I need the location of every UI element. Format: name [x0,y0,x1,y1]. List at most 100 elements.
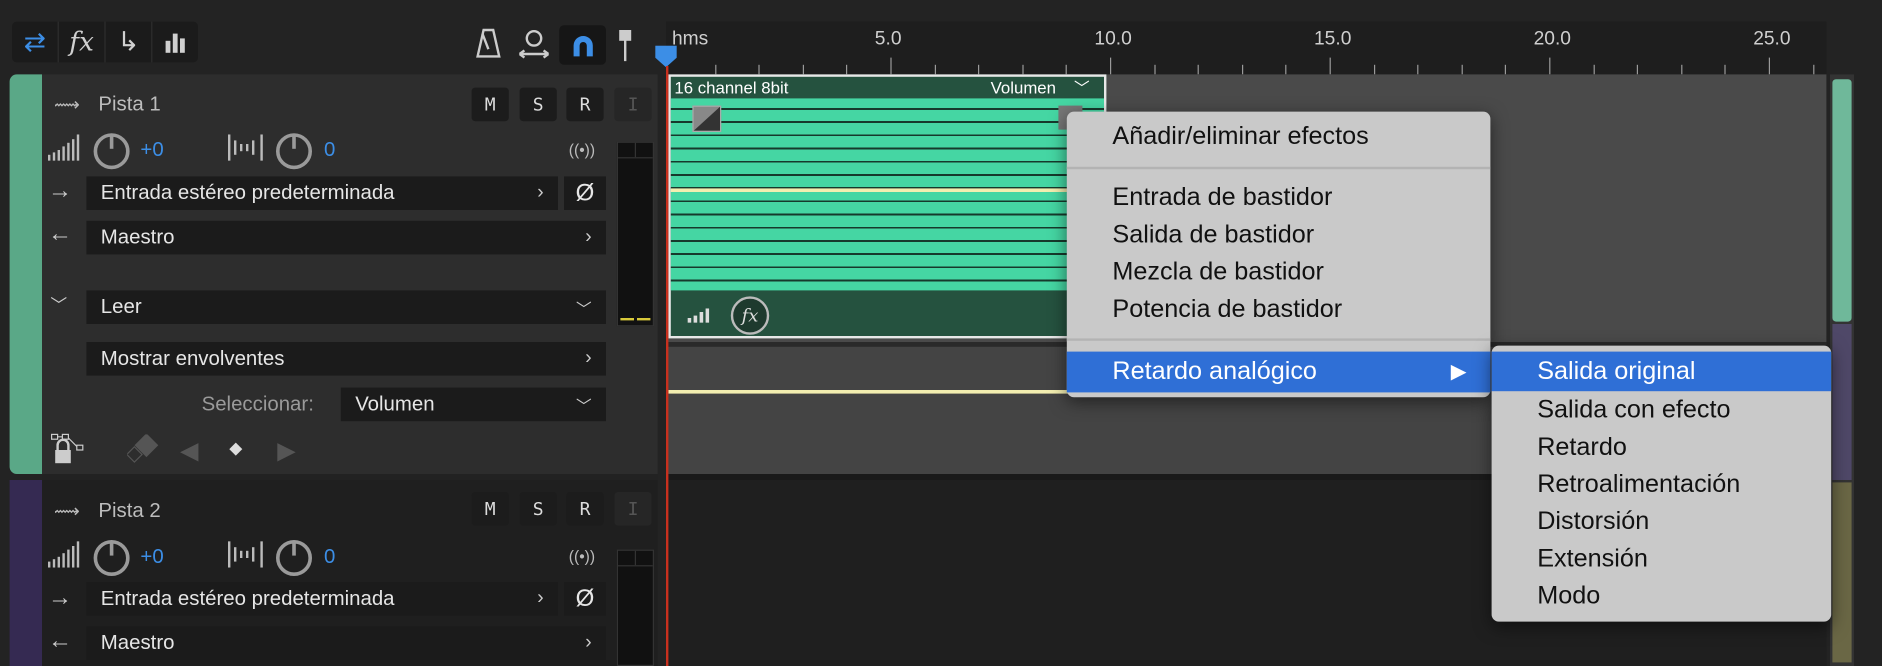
scrollbar-track-1-segment[interactable] [1832,79,1852,322]
clip-gain-icon[interactable] [687,307,710,329]
waveform-track-icon: ⟿ [54,501,80,522]
bars-chart-icon[interactable] [152,22,198,63]
previous-keyframe-icon[interactable]: ◀ [180,436,198,466]
track-2-input-select[interactable]: Entrada estéreo predeterminada › [86,582,559,616]
analog-delay-submenu: Salida original Salida con efecto Retard… [1491,345,1832,622]
ruler-label: 25.0 [1753,28,1791,50]
automation-collapse-chevron-icon[interactable]: ﹀ [50,293,67,317]
clip-volume-envelope[interactable] [670,188,1104,192]
track-1-output-select[interactable]: Maestro › [86,220,606,255]
submenu-arrow-icon: ▶ [1450,360,1467,383]
ruler-tick [1724,64,1727,75]
time-stretch-icon[interactable] [517,26,551,60]
envelope-parameter-select[interactable]: Volumen ﹀ [340,387,606,422]
audio-clip[interactable]: 16 channel 8bit Volumen ﹀ fx [668,74,1107,339]
marker-icon[interactable] [614,26,636,62]
pan-knob[interactable] [276,540,312,576]
chevron-down-icon[interactable]: ﹀ [1074,76,1090,99]
next-keyframe-icon[interactable]: ▶ [277,436,295,466]
menu-item-analog-delay[interactable]: Retardo analógico ▶ [1066,351,1491,393]
submenu-item-feedback[interactable]: Retroalimentación [1492,466,1832,503]
output-arrow-icon: ← [48,220,72,248]
ruler-tick [1066,64,1068,75]
clip-fx-icon[interactable]: fx [730,296,770,335]
fx-icon[interactable]: fx [59,21,106,63]
mute-button[interactable]: M [471,492,509,526]
ruler-tick [1549,57,1551,75]
vertical-track-scrollbar[interactable] [1830,74,1855,666]
send-arrow-icon[interactable]: ↳ [106,21,153,63]
phase-invert-button[interactable]: Ø [564,582,606,616]
track-2-name[interactable]: Pista 2 [98,499,160,523]
submenu-item-spread[interactable]: Extensión [1492,540,1832,577]
automation-mode-label: Leer [100,295,142,318]
record-arm-button[interactable]: R [566,492,604,526]
scrollbar-track-2-segment[interactable] [1832,324,1852,481]
metronome-icon[interactable] [474,26,503,60]
output-label: Maestro [100,225,175,249]
ruler-tick [846,64,848,75]
menu-item-rack-input[interactable]: Entrada de bastidor [1067,179,1491,216]
ruler-tick [1241,64,1243,75]
track-1-color [9,74,43,475]
ruler-tick [978,64,980,75]
submenu-item-dry-out[interactable]: Salida original [1491,351,1832,392]
ruler-unit-label: hms [672,28,709,50]
solo-button[interactable]: S [519,87,557,122]
scrollbar-track-3-segment[interactable] [1832,482,1852,663]
input-monitor-button[interactable]: I [614,87,652,122]
ruler-tick [802,64,804,75]
menu-item-rack-output[interactable]: Salida de bastidor [1067,216,1491,253]
chevron-right-icon: › [585,226,592,248]
show-envelopes-menu[interactable]: Mostrar envolventes › [86,342,606,376]
menu-item-add-remove-effects[interactable]: Añadir/eliminar efectos [1067,118,1491,155]
pan-knob[interactable] [276,133,312,170]
protect-envelope-lock-icon[interactable] [50,433,86,470]
playhead-handle[interactable] [655,45,677,68]
swap-arrows-icon[interactable]: ⇄ [12,21,59,63]
ruler-label: 20.0 [1533,28,1571,50]
solo-button[interactable]: S [519,492,557,526]
record-arm-button[interactable]: R [566,87,604,122]
volume-value[interactable]: +0 [140,545,163,569]
clear-keyframes-icon[interactable] [125,433,163,469]
menu-item-rack-mix[interactable]: Mezcla de bastidor [1067,253,1491,290]
phase-invert-button[interactable]: Ø [564,176,606,211]
track-1-level-meter [616,141,654,327]
ruler-tick [714,64,716,75]
track-1-input-select[interactable]: Entrada estéreo predeterminada › [86,176,559,211]
track-1-name[interactable]: Pista 1 [98,92,160,116]
ruler-tick [1593,64,1595,75]
snap-magnet-icon[interactable] [559,25,606,65]
submenu-item-wet-out[interactable]: Salida con efecto [1492,391,1832,428]
mute-button[interactable]: M [471,87,509,122]
view-toolbar: ⇄ fx ↳ [12,21,199,63]
volume-value[interactable]: +0 [140,138,163,162]
add-keyframe-icon[interactable]: ◆ [229,438,242,458]
output-arrow-icon: ← [48,627,72,654]
input-arrow-icon: → [48,584,72,611]
automation-mode-select[interactable]: Leer ﹀ [86,290,606,324]
input-monitor-button[interactable]: I [614,492,652,526]
fade-in-handle[interactable] [692,105,722,132]
submenu-item-delay[interactable]: Retardo [1492,428,1832,465]
time-ruler[interactable]: hms 5.0 10.0 15.0 20.0 25.0 [666,21,1827,75]
clip-envelope-select[interactable]: Volumen [991,78,1056,97]
track-2-output-select[interactable]: Maestro › [86,626,606,660]
envelope-parameter-value: Volumen [355,392,435,416]
ruler-tick [1637,64,1639,75]
ruler-tick [890,57,892,75]
submenu-item-mode[interactable]: Modo [1492,577,1832,614]
volume-knob[interactable] [93,540,130,576]
stereo-broadcast-icon[interactable]: ((•)) [569,140,595,158]
ruler-label: 10.0 [1094,28,1132,50]
volume-knob[interactable] [93,133,130,170]
ruler-tick [1197,64,1200,75]
volume-envelope-line[interactable] [668,390,1068,394]
pan-value[interactable]: 0 [324,545,335,569]
menu-item-rack-power[interactable]: Potencia de bastidor [1067,290,1491,327]
pan-value[interactable]: 0 [324,138,335,162]
stereo-broadcast-icon[interactable]: ((•)) [569,547,595,565]
ruler-tick [1022,64,1024,75]
submenu-item-trashing[interactable]: Distorsión [1492,503,1832,540]
